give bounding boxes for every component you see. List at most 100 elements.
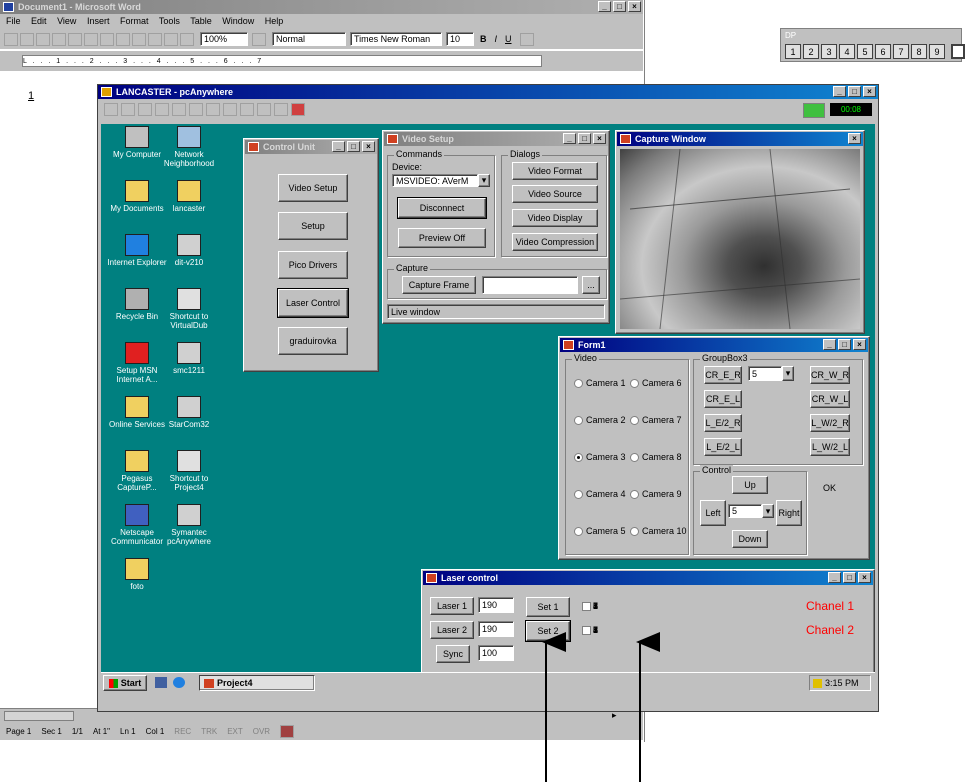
radio-camera-8[interactable]: Camera 8: [630, 452, 682, 462]
print-icon[interactable]: [52, 32, 66, 46]
l-w2-r-button[interactable]: L_W/2_R: [810, 414, 850, 432]
video-source-button[interactable]: Video Source: [512, 185, 598, 203]
radio-dot[interactable]: [574, 526, 583, 536]
close-icon[interactable]: ×: [628, 1, 641, 12]
size-select[interactable]: 10: [446, 32, 474, 46]
desktop-icon-lancaster[interactable]: lancaster: [157, 180, 221, 213]
desktop-icon-foto[interactable]: foto: [105, 558, 169, 591]
status-ovr[interactable]: OVR: [253, 727, 270, 736]
menu-tools[interactable]: Tools: [159, 16, 180, 26]
left-button[interactable]: Left: [700, 500, 726, 526]
preview-icon[interactable]: [68, 32, 82, 46]
radio-dot[interactable]: [630, 452, 639, 462]
radio-camera-7[interactable]: Camera 7: [630, 415, 682, 425]
laser1-checkbox-8[interactable]: 8: [582, 601, 598, 611]
groupbox3-combo-dropdown-icon[interactable]: ▾: [782, 366, 794, 381]
dp-key-1[interactable]: 1: [785, 44, 801, 59]
laser2-button[interactable]: Laser 2: [430, 621, 474, 639]
zoom-select[interactable]: 100%: [200, 32, 248, 46]
status-trk[interactable]: TRK: [201, 727, 217, 736]
capture-titlebar[interactable]: Capture Window ×: [617, 132, 863, 146]
minimize-icon[interactable]: _: [598, 1, 611, 12]
menu-table[interactable]: Table: [190, 16, 212, 26]
radio-camera-9[interactable]: Camera 9: [630, 489, 682, 499]
desktop-quick-icon[interactable]: [155, 677, 167, 688]
dp-key-3[interactable]: 3: [821, 44, 837, 59]
close-icon[interactable]: ×: [858, 572, 871, 583]
tool-icon-4[interactable]: [155, 103, 169, 116]
radio-dot[interactable]: [630, 378, 639, 388]
maximize-icon[interactable]: □: [848, 86, 861, 97]
groupbox3-combo[interactable]: 5: [748, 366, 782, 381]
control-combo[interactable]: 5: [728, 504, 762, 518]
capture-frame-button[interactable]: Capture Frame: [402, 276, 476, 294]
dp-key-6[interactable]: 6: [875, 44, 891, 59]
minimize-icon[interactable]: _: [833, 86, 846, 97]
menu-help[interactable]: Help: [265, 16, 284, 26]
tool-icon-12[interactable]: [291, 103, 305, 116]
quicklaunch-icons[interactable]: [155, 677, 189, 689]
minimize-icon[interactable]: _: [563, 133, 576, 144]
radio-dot[interactable]: [574, 378, 583, 388]
dp-key-8[interactable]: 8: [911, 44, 927, 59]
tool-icon-1[interactable]: [104, 103, 118, 116]
remote-desktop[interactable]: My Computer Network Neighborhood My Docume…: [101, 124, 875, 692]
font-select[interactable]: Times New Roman: [350, 32, 442, 46]
radio-dot[interactable]: [574, 489, 583, 499]
tool-icon-5[interactable]: [172, 103, 186, 116]
maximize-icon[interactable]: □: [347, 141, 360, 152]
cr-e-r-button[interactable]: CR_E_R: [704, 366, 742, 384]
tool-icon-10[interactable]: [257, 103, 271, 116]
radio-dot[interactable]: [630, 415, 639, 425]
setup-button[interactable]: Setup: [278, 212, 348, 240]
open-icon[interactable]: [20, 32, 34, 46]
ruler-bar[interactable]: L . . . 1 . . . 2 . . . 3 . . . 4 . . . …: [22, 55, 542, 67]
radio-camera-2[interactable]: Camera 2: [574, 415, 626, 425]
set1-button[interactable]: Set 1: [526, 597, 570, 617]
disconnect-button[interactable]: Disconnect: [397, 197, 487, 219]
save-icon[interactable]: [36, 32, 50, 46]
desktop-icon-network-neighborhood[interactable]: Network Neighborhood: [157, 126, 221, 168]
word-titlebar[interactable]: Document1 - Microsoft Word _ □ ×: [0, 0, 643, 14]
checkbox-box[interactable]: [582, 601, 591, 611]
tray-icon[interactable]: [813, 678, 822, 688]
menu-file[interactable]: File: [6, 16, 21, 26]
radio-dot[interactable]: [574, 415, 583, 425]
style-select[interactable]: Normal: [272, 32, 346, 46]
pcanywhere-titlebar[interactable]: LANCASTER - pcAnywhere _ □ ×: [98, 85, 878, 99]
tool-icon-11[interactable]: [274, 103, 288, 116]
set2-button[interactable]: Set 2: [525, 620, 571, 642]
new-icon[interactable]: [4, 32, 18, 46]
dp-window-icon[interactable]: [951, 44, 965, 59]
video-display-button[interactable]: Video Display: [512, 209, 598, 227]
radio-camera-3[interactable]: Camera 3: [574, 452, 626, 462]
desktop-icon-starcom32[interactable]: StarCom32: [157, 396, 221, 429]
radio-dot[interactable]: [630, 526, 639, 536]
radio-camera-6[interactable]: Camera 6: [630, 378, 682, 388]
minimize-icon[interactable]: _: [332, 141, 345, 152]
cr-w-r-button[interactable]: CR_W_R: [810, 366, 850, 384]
maximize-icon[interactable]: □: [578, 133, 591, 144]
book-icon[interactable]: [280, 724, 295, 738]
l-e2-r-button[interactable]: L_E/2_R: [704, 414, 742, 432]
sync-button[interactable]: Sync: [436, 645, 470, 663]
desktop-icon-smc1211[interactable]: smc1211: [157, 342, 221, 375]
video-compression-button[interactable]: Video Compression: [512, 233, 598, 251]
menu-insert[interactable]: Insert: [87, 16, 110, 26]
close-icon[interactable]: ×: [863, 86, 876, 97]
tool-icon-6[interactable]: [189, 103, 203, 116]
browse-button[interactable]: ...: [582, 276, 600, 294]
radio-camera-1[interactable]: Camera 1: [574, 378, 626, 388]
view-buttons[interactable]: [4, 711, 74, 721]
desktop-icon-shortcut-to-project4[interactable]: Shortcut to Project4: [157, 450, 221, 492]
video-format-button[interactable]: Video Format: [512, 162, 598, 180]
table-icon[interactable]: [164, 32, 178, 46]
close-icon[interactable]: ×: [853, 339, 866, 350]
desktop-icon-shortcut-to-virtualdub[interactable]: Shortcut to VirtualDub: [157, 288, 221, 330]
dp-key-5[interactable]: 5: [857, 44, 873, 59]
l-w2-l-button[interactable]: L_W/2_L: [810, 438, 850, 456]
italic-icon[interactable]: I: [495, 34, 498, 44]
device-dropdown-icon[interactable]: ▾: [478, 174, 490, 187]
desktop-icon-dit-v210[interactable]: dit-v210: [157, 234, 221, 267]
cut-icon[interactable]: [100, 32, 114, 46]
